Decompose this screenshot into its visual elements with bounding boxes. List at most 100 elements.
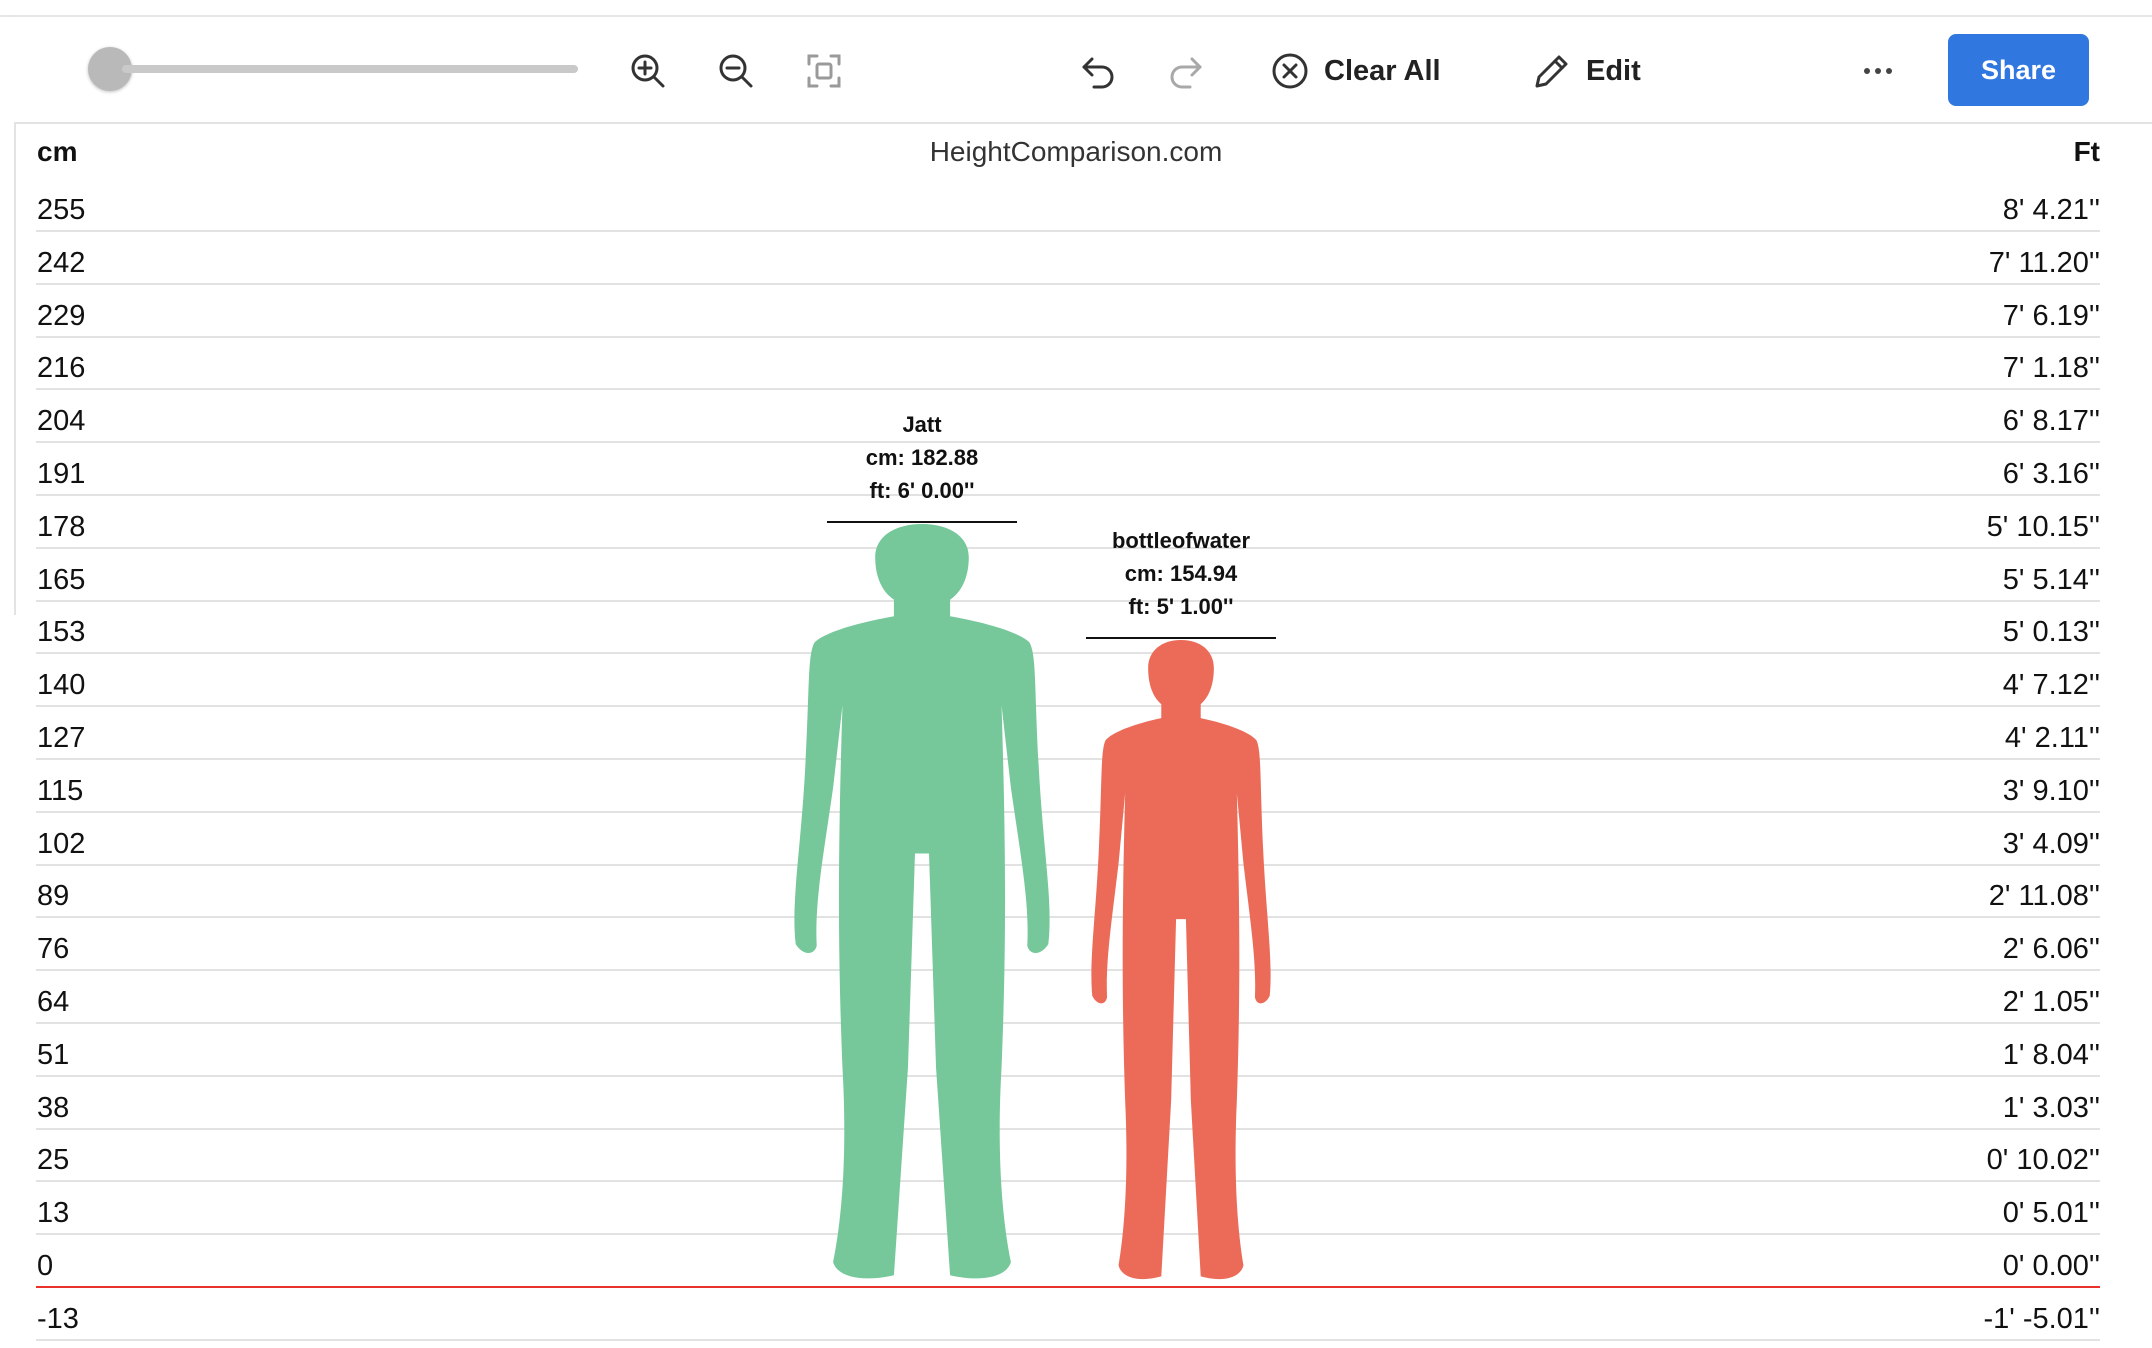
zoom-slider[interactable] (122, 65, 578, 73)
ft-tick-label: 6' 3.16'' (2002, 458, 2100, 490)
top-strip (0, 0, 2152, 17)
ft-tick-label: 4' 2.11'' (2004, 722, 2100, 754)
grid-line (36, 282, 2100, 285)
fit-to-screen-button[interactable] (798, 45, 850, 97)
grid-line (36, 810, 2100, 813)
ft-tick-label: 2' 6.06'' (2002, 933, 2100, 966)
cm-tick-label: 140 (37, 669, 86, 702)
grid-line (36, 1338, 2100, 1341)
ft-tick-label: -1' -5.01'' (1983, 1302, 2100, 1335)
ft-tick-label: 7' 1.18'' (2002, 352, 2100, 385)
ft-tick-label: 0' 0.00'' (2002, 1250, 2100, 1282)
cm-tick-label: 165 (37, 563, 86, 596)
grid-line (36, 652, 2100, 655)
grid-line (36, 494, 2100, 496)
ft-tick-label: 0' 5.01'' (2002, 1197, 2100, 1230)
grid-line (36, 230, 2100, 232)
fit-to-screen-icon (807, 54, 841, 88)
ft-tick-label: 5' 10.15'' (1986, 510, 2100, 543)
grid-line (36, 916, 2100, 919)
pencil-icon (1535, 55, 1568, 88)
right-unit-label: Ft (2073, 136, 2100, 167)
person-figure[interactable] (1089, 639, 1273, 1282)
grid-line (36, 969, 2100, 972)
cm-tick-label: 115 (37, 774, 84, 807)
grid-line (36, 1233, 2100, 1236)
cm-tick-label: 216 (37, 352, 86, 385)
edit-button[interactable]: Edit (1532, 45, 1641, 97)
ft-tick-label: 4' 7.12'' (2002, 669, 2100, 702)
grid-line (36, 1180, 2100, 1183)
cm-tick-label: 13 (37, 1197, 70, 1230)
ft-tick-label: 7' 6.19'' (2002, 299, 2100, 332)
cm-tick-label: 0 (37, 1250, 54, 1282)
more-dots-icon (1864, 68, 1892, 74)
cm-tick-label: -13 (37, 1302, 79, 1335)
ft-tick-label: 6' 8.17'' (2002, 405, 2100, 438)
zoom-out-button[interactable] (710, 45, 762, 97)
undo-icon (1082, 57, 1114, 89)
ft-tick-label: 2' 11.08'' (1988, 880, 2100, 913)
cm-tick-label: 25 (37, 1144, 70, 1177)
grid-line (36, 705, 2100, 708)
cm-tick-label: 89 (37, 880, 70, 913)
ft-tick-label: 1' 8.04'' (2002, 1038, 2100, 1071)
cm-tick-label: 229 (37, 299, 86, 332)
person-height-ft: ft: 6' 0.00'' (869, 478, 975, 504)
grid-line (36, 1022, 2100, 1024)
person-height-cm: cm: 154.94 (1124, 560, 1238, 586)
grid-line (36, 1127, 2100, 1130)
height-marker-line (1086, 636, 1276, 639)
undo-button[interactable] (1072, 45, 1124, 97)
grid-line (36, 863, 2100, 866)
ft-tick-label: 2' 1.05'' (2002, 986, 2100, 1018)
toolbar: Clear All Edit Share (14, 17, 2152, 124)
ft-tick-label: 3' 4.09'' (2002, 827, 2100, 860)
person-height-ft: ft: 5' 1.00'' (1128, 593, 1234, 619)
zoom-in-icon (631, 54, 665, 88)
edit-label: Edit (1586, 54, 1641, 87)
height-marker-line (827, 521, 1017, 524)
cm-tick-label: 191 (37, 458, 86, 490)
ft-tick-label: 1' 3.03'' (2002, 1091, 2100, 1124)
cm-tick-label: 153 (37, 616, 86, 649)
redo-button[interactable] (1160, 45, 1212, 97)
person-label[interactable]: bottleofwater cm: 154.94 ft: 5' 1.00'' (1051, 524, 1311, 623)
redo-icon (1170, 57, 1202, 89)
person-silhouette-icon (1091, 639, 1271, 1280)
grid-line (36, 335, 2100, 338)
grid-line (36, 388, 2100, 391)
cm-tick-label: 178 (37, 510, 86, 543)
height-chart: cm HeightComparison.com Ft 255 8' 4.21'' 2… (0, 0, 2152, 1348)
ft-tick-label: 3' 9.10'' (2002, 774, 2100, 807)
ft-tick-label: 5' 5.14'' (2002, 563, 2100, 596)
more-options-button[interactable] (1852, 45, 1904, 97)
person-figure[interactable] (791, 524, 1053, 1282)
grid-line (36, 758, 2100, 760)
cm-tick-label: 204 (37, 405, 86, 438)
zoom-out-icon (719, 54, 753, 88)
cm-tick-label: 102 (37, 827, 86, 860)
person-silhouette-icon (794, 524, 1050, 1279)
cm-tick-label: 255 (37, 194, 86, 226)
cm-tick-label: 64 (37, 986, 70, 1018)
cm-tick-label: 51 (37, 1038, 70, 1071)
clear-all-label: Clear All (1324, 54, 1441, 87)
ground-line (36, 1286, 2100, 1288)
person-label[interactable]: Jatt cm: 182.88 ft: 6' 0.00'' (792, 408, 1052, 507)
clear-all-button[interactable]: Clear All (1270, 45, 1441, 97)
cm-tick-label: 38 (37, 1091, 70, 1124)
cm-tick-label: 76 (37, 933, 70, 966)
ft-tick-label: 8' 4.21'' (2002, 194, 2100, 226)
zoom-in-button[interactable] (622, 45, 674, 97)
cm-tick-label: 127 (37, 722, 86, 754)
site-watermark: HeightComparison.com (929, 136, 1223, 167)
person-height-cm: cm: 182.88 (865, 445, 979, 471)
person-name: Jatt (902, 412, 942, 438)
ft-tick-label: 0' 10.02'' (1986, 1144, 2100, 1177)
x-circle-icon (1272, 53, 1308, 89)
grid-line (36, 441, 2100, 444)
cm-tick-label: 242 (37, 246, 86, 279)
ft-tick-label: 7' 11.20'' (1988, 246, 2100, 279)
share-button[interactable]: Share (1948, 34, 2089, 106)
